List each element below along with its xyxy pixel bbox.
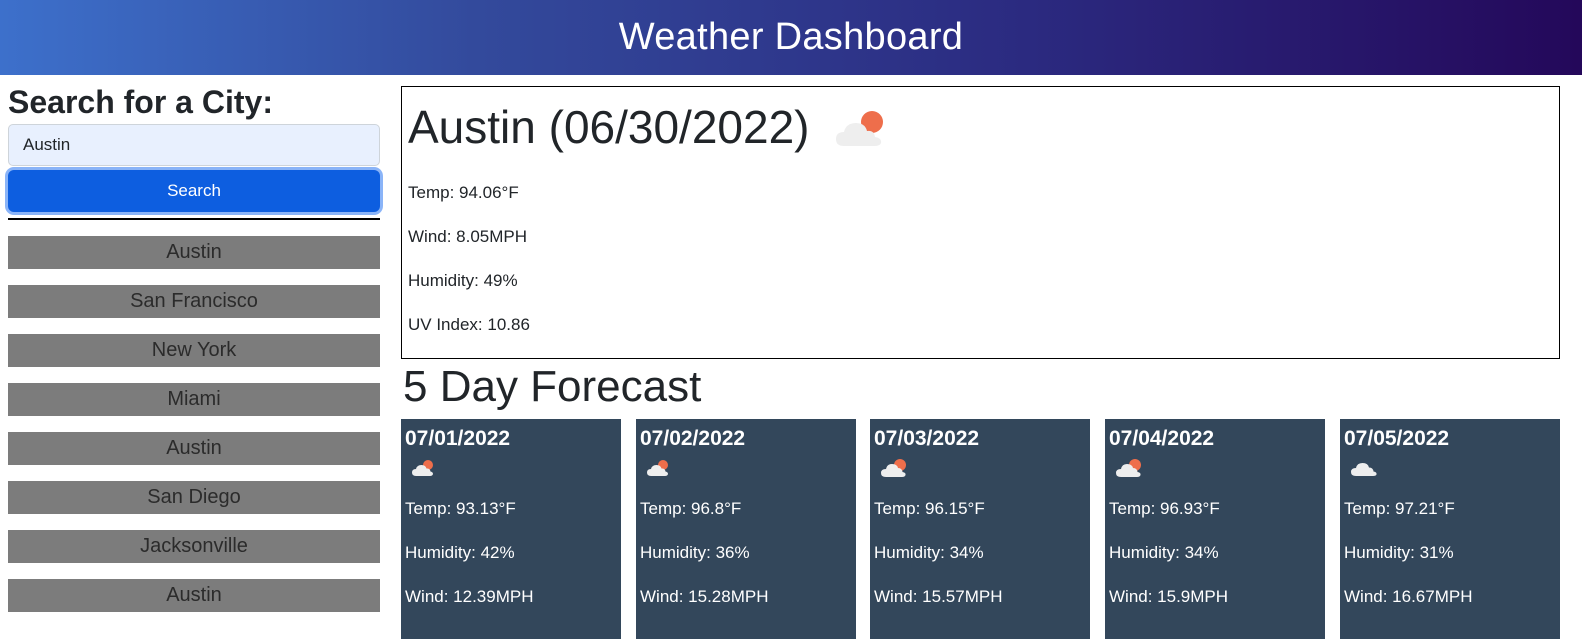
forecast-card: 07/04/2022 Temp: 96.93°F Humidity: 34% W… xyxy=(1105,419,1325,639)
forecast-humidity: Humidity: 42% xyxy=(405,543,515,562)
current-temp: Temp: 94.06°F xyxy=(408,183,519,202)
partly-cloudy-sun-icon xyxy=(880,453,1086,483)
history-item[interactable]: Miami xyxy=(8,383,380,416)
search-heading: Search for a City: xyxy=(8,84,273,120)
forecast-wind: Wind: 15.28MPH xyxy=(640,587,769,606)
history-item[interactable]: Austin xyxy=(8,236,380,269)
forecast-card: 07/01/2022 Temp: 93.13°F Humidity: 42% W… xyxy=(401,419,621,639)
partly-cloudy-sun-icon xyxy=(1115,453,1321,483)
forecast-card: 07/03/2022 Temp: 96.15°F Humidity: 34% W… xyxy=(870,419,1090,639)
forecast-temp: Temp: 96.8°F xyxy=(640,499,742,518)
forecast-wind: Wind: 15.57MPH xyxy=(874,587,1003,606)
forecast-wind: Wind: 16.67MPH xyxy=(1344,587,1473,606)
forecast-temp: Temp: 97.21°F xyxy=(1344,499,1455,518)
current-stats: Temp: 94.06°F Wind: 8.05MPH Humidity: 49… xyxy=(408,171,1553,347)
forecast-date: 07/04/2022 xyxy=(1109,427,1215,450)
current-humidity: Humidity: 49% xyxy=(408,271,518,290)
forecast-date: 07/03/2022 xyxy=(874,427,980,450)
forecast-temp: Temp: 93.13°F xyxy=(405,499,516,518)
current-weather-panel: Austin (06/30/2022) Temp: 94.06°F Wind: … xyxy=(401,86,1560,359)
forecast-date: 07/02/2022 xyxy=(640,427,746,450)
forecast-temp: Temp: 96.93°F xyxy=(1109,499,1220,518)
forecast-card: 07/05/2022 Temp: 97.21°F Humidity: 31% W… xyxy=(1340,419,1560,639)
current-uv-index: UV Index: 10.86 xyxy=(408,315,530,334)
history-item[interactable]: San Francisco xyxy=(8,285,380,318)
partly-cloudy-sun-icon xyxy=(646,453,852,483)
current-wind: Wind: 8.05MPH xyxy=(408,227,528,246)
forecast-date: 07/05/2022 xyxy=(1344,427,1450,450)
partly-cloudy-sun-icon xyxy=(411,453,617,483)
page-title: Weather Dashboard xyxy=(618,16,964,58)
app-header: Weather Dashboard xyxy=(0,0,1582,75)
forecast-wind: Wind: 15.9MPH xyxy=(1109,587,1229,606)
forecast-wind: Wind: 12.39MPH xyxy=(405,587,534,606)
forecast-humidity: Humidity: 34% xyxy=(1109,543,1219,562)
history-item[interactable]: Jacksonville xyxy=(8,530,380,563)
forecast-temp: Temp: 96.15°F xyxy=(874,499,985,518)
forecast-humidity: Humidity: 31% xyxy=(1344,543,1454,562)
forecast-card: 07/02/2022 Temp: 96.8°F Humidity: 36% Wi… xyxy=(636,419,856,639)
city-search-input[interactable] xyxy=(8,124,380,166)
forecast-humidity: Humidity: 34% xyxy=(874,543,984,562)
partly-cloudy-sun-icon xyxy=(834,108,892,155)
history-item[interactable]: Austin xyxy=(8,432,380,465)
divider xyxy=(8,218,380,220)
history-item[interactable]: New York xyxy=(8,334,380,367)
search-history-list: Austin San Francisco New York Miami Aust… xyxy=(8,236,380,612)
sidebar: Search for a City: Search Austin San Fra… xyxy=(8,82,380,628)
forecast-heading: 5 Day Forecast xyxy=(403,362,702,411)
forecast-humidity: Humidity: 36% xyxy=(640,543,750,562)
forecast-row: 07/01/2022 Temp: 93.13°F Humidity: 42% W… xyxy=(401,419,1560,639)
cloud-icon xyxy=(1350,453,1556,483)
current-city-date: Austin (06/30/2022) xyxy=(408,101,810,153)
current-title-row: Austin (06/30/2022) xyxy=(408,87,1553,167)
search-button[interactable]: Search xyxy=(8,170,380,212)
history-item[interactable]: San Diego xyxy=(8,481,380,514)
history-item[interactable]: Austin xyxy=(8,579,380,612)
forecast-date: 07/01/2022 xyxy=(405,427,511,450)
